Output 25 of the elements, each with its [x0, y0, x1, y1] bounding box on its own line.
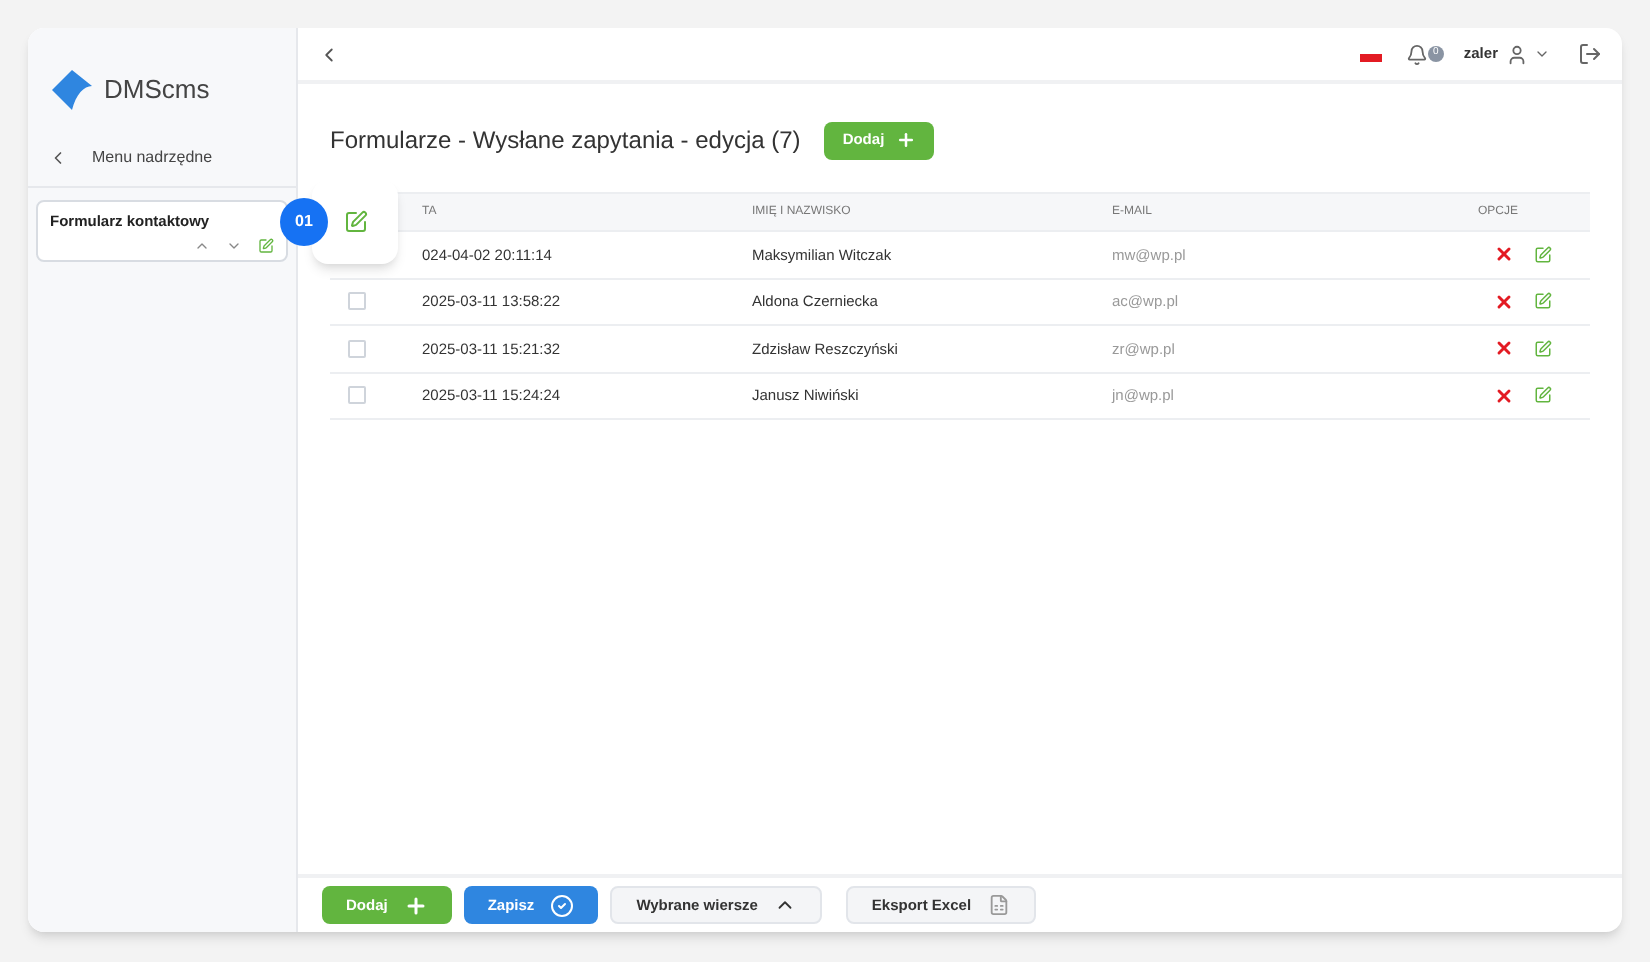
delete-icon[interactable] [1494, 385, 1514, 406]
spreadsheet-icon [987, 894, 1010, 916]
edit-icon [343, 210, 367, 234]
row-checkbox[interactable] [348, 339, 366, 358]
brand-name: DMScms [104, 72, 210, 109]
delete-icon[interactable] [1494, 244, 1514, 265]
edit-icon[interactable] [1534, 339, 1552, 358]
row-checkbox[interactable] [348, 386, 366, 405]
user-icon[interactable] [1506, 43, 1528, 65]
edit-icon[interactable] [1534, 386, 1552, 405]
plus-icon [896, 130, 917, 150]
delete-icon[interactable] [1494, 338, 1514, 359]
logo-icon [48, 66, 96, 114]
edit-icon[interactable] [1534, 292, 1552, 311]
caret-icon[interactable] [1534, 46, 1550, 62]
page-title: Formularze - Wysłane zapytania - edycja (7) [330, 124, 801, 158]
plus-icon [403, 893, 428, 917]
back-link[interactable]: Menu nadrzędne [92, 145, 213, 169]
row-checkbox[interactable] [348, 292, 366, 311]
edit-icon[interactable] [258, 238, 274, 255]
logout-icon[interactable] [1578, 42, 1602, 66]
check-circle-icon [550, 893, 575, 917]
delete-icon[interactable] [1494, 291, 1514, 312]
edit-icon[interactable] [1534, 245, 1552, 264]
bell-icon[interactable] [1405, 43, 1428, 65]
